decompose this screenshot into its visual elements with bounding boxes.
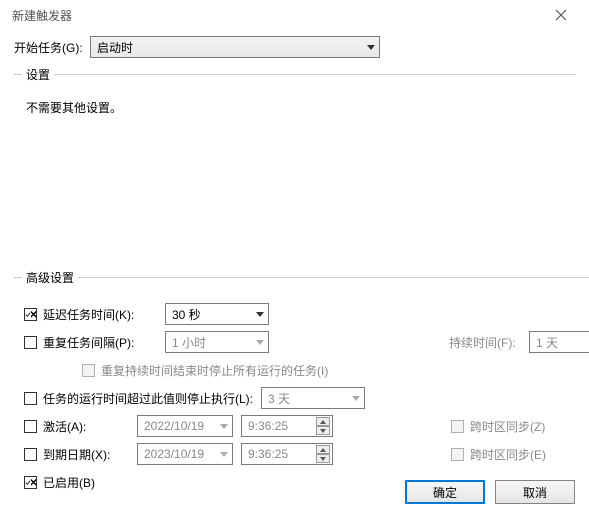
- begin-task-value: 启动时: [97, 39, 133, 56]
- repeat-interval-combo[interactable]: 1 小时: [165, 331, 269, 353]
- activate-time-value: 9:36:25: [248, 419, 288, 433]
- expire-label: 到期日期(X):: [43, 446, 137, 463]
- title-bar: 新建触发器: [0, 0, 589, 30]
- spinner-icon[interactable]: [316, 417, 330, 435]
- repeat-checkbox[interactable]: [24, 336, 37, 349]
- enabled-label: 已启用(B): [43, 474, 95, 491]
- repeat-label: 重复任务间隔(P):: [43, 334, 165, 351]
- repeat-duration-label: 持续时间(F):: [449, 334, 529, 351]
- spinner-icon[interactable]: [316, 445, 330, 463]
- stop-after-value: 3 天: [268, 390, 290, 407]
- expire-date-field[interactable]: 2023/10/19: [137, 443, 233, 465]
- cancel-button-label: 取消: [523, 484, 547, 501]
- expire-time-field[interactable]: 9:36:25: [241, 443, 333, 465]
- enabled-checkbox[interactable]: [24, 476, 37, 489]
- activate-sync-label: 跨时区同步(Z): [470, 418, 545, 435]
- stop-repeat-checkbox: [82, 364, 95, 377]
- activate-date-field[interactable]: 2022/10/19: [137, 415, 233, 437]
- cancel-button[interactable]: 取消: [495, 480, 575, 504]
- chevron-down-icon: [352, 396, 360, 401]
- activate-date-value: 2022/10/19: [144, 419, 204, 433]
- delay-value: 30 秒: [172, 306, 201, 323]
- begin-task-label: 开始任务(G):: [14, 39, 90, 56]
- activate-label: 激活(A):: [43, 418, 137, 435]
- ok-button-label: 确定: [433, 484, 457, 501]
- activate-time-field[interactable]: 9:36:25: [241, 415, 333, 437]
- settings-text: 不需要其他设置。: [26, 99, 571, 116]
- delay-checkbox[interactable]: [24, 308, 37, 321]
- close-icon: [555, 9, 567, 21]
- settings-legend: 设置: [22, 66, 54, 83]
- begin-task-combo[interactable]: 启动时: [90, 36, 380, 58]
- chevron-down-icon: [256, 312, 264, 317]
- window-title: 新建触发器: [8, 7, 541, 24]
- stop-after-combo[interactable]: 3 天: [261, 387, 365, 409]
- chevron-down-icon: [256, 340, 264, 345]
- close-button[interactable]: [541, 1, 581, 29]
- chevron-down-icon: [220, 424, 228, 429]
- stop-after-label: 任务的运行时间超过此值则停止执行(L):: [43, 390, 253, 407]
- expire-time-value: 9:36:25: [248, 447, 288, 461]
- expire-sync-checkbox: [451, 448, 464, 461]
- advanced-legend: 高级设置: [22, 269, 78, 286]
- activate-sync-checkbox: [451, 420, 464, 433]
- expire-date-value: 2023/10/19: [144, 447, 204, 461]
- activate-checkbox[interactable]: [24, 420, 37, 433]
- ok-button[interactable]: 确定: [405, 480, 485, 504]
- repeat-duration-value: 1 天: [536, 334, 558, 351]
- chevron-down-icon: [220, 452, 228, 457]
- repeat-duration-combo[interactable]: 1 天: [529, 331, 589, 353]
- stop-after-checkbox[interactable]: [24, 392, 37, 405]
- chevron-down-icon: [367, 45, 375, 50]
- expire-checkbox[interactable]: [24, 448, 37, 461]
- repeat-interval-value: 1 小时: [172, 334, 206, 351]
- delay-label: 延迟任务时间(K):: [43, 306, 165, 323]
- stop-repeat-label: 重复持续时间结束时停止所有运行的任务(I): [101, 362, 328, 379]
- settings-group: 设置 不需要其他设置。: [14, 66, 575, 261]
- expire-sync-label: 跨时区同步(E): [470, 446, 546, 463]
- advanced-group: 高级设置 延迟任务时间(K): 30 秒 重复任务间隔(P): 1 小时 持续时…: [14, 269, 589, 498]
- delay-combo[interactable]: 30 秒: [165, 303, 269, 325]
